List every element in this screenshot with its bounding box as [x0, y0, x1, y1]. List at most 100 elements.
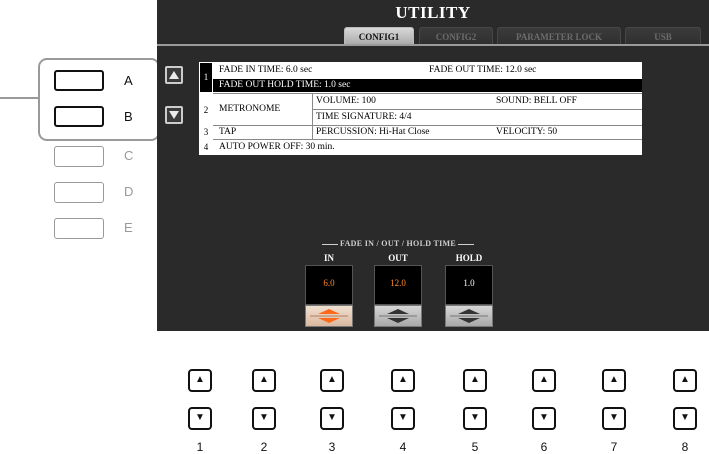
button-number-label: 4	[399, 440, 407, 454]
fade-in-time: FADE IN TIME: 6.0 sec	[219, 65, 313, 75]
triangle-down-icon: ▼	[470, 412, 480, 423]
title-rule-right	[458, 243, 475, 245]
metronome-volume[interactable]: VOLUME: 100	[316, 96, 376, 106]
triangle-down-icon: ▼	[398, 412, 408, 423]
tap-percussion[interactable]: PERCUSSION: Hi-Hat Close	[316, 127, 429, 137]
param-out-label: OUT	[388, 253, 408, 263]
side-button-c-label: C	[124, 148, 134, 163]
triangle-up-icon: ▲	[539, 374, 549, 385]
side-button-a[interactable]	[54, 70, 104, 91]
param-out-value: 12.0	[390, 278, 406, 288]
button-8-down[interactable]: ▼	[673, 407, 697, 430]
triangle-down-icon: ▼	[680, 412, 690, 423]
param-in-value: 6.0	[323, 278, 335, 288]
metronome-sound[interactable]: SOUND: BELL OFF	[496, 96, 577, 106]
row-number-2: 2	[203, 105, 209, 115]
button-5-down[interactable]: ▼	[463, 407, 487, 430]
button-number-label: 6	[540, 440, 548, 454]
row-divider	[213, 139, 642, 140]
col-divider	[312, 125, 313, 139]
param-in-label: IN	[323, 253, 334, 263]
button-1-up[interactable]: ▲	[188, 369, 212, 392]
button-4-down[interactable]: ▼	[391, 407, 415, 430]
button-4-up[interactable]: ▲	[391, 369, 415, 392]
param-hold-spinner[interactable]	[445, 305, 493, 327]
button-1-down[interactable]: ▼	[188, 407, 212, 430]
button-2-up[interactable]: ▲	[252, 369, 276, 392]
tab-underline	[157, 44, 709, 46]
side-button-e[interactable]	[54, 218, 104, 239]
side-button-b-label: B	[124, 109, 133, 124]
tap-velocity[interactable]: VELOCITY: 50	[496, 127, 557, 137]
lcd-screen: UTILITY CONFIG1 CONFIG2 PARAMETER LOCK U…	[157, 0, 709, 331]
side-button-b[interactable]	[54, 106, 104, 127]
triangle-up-icon: ▲	[327, 374, 337, 385]
side-button-c[interactable]	[54, 146, 104, 167]
metronome-label: METRONOME	[219, 104, 281, 114]
tab-config2[interactable]: CONFIG2	[419, 27, 493, 45]
triangle-up-icon	[169, 71, 179, 79]
side-button-a-label: A	[124, 73, 133, 88]
params-title: FADE IN / OUT / HOLD TIME	[298, 239, 498, 248]
triangle-down-icon: ▼	[195, 412, 205, 423]
param-in-spinner[interactable]	[305, 305, 353, 327]
metronome-time-signature[interactable]: TIME SIGNATURE: 4/4	[316, 112, 412, 122]
tab-usb[interactable]: USB	[625, 27, 701, 45]
fade-out-hold-time: FADE OUT HOLD TIME: 1.0 sec	[219, 80, 351, 90]
tab-config1[interactable]: CONFIG1	[344, 27, 414, 45]
param-out-spinner[interactable]	[374, 305, 422, 327]
side-button-d-label: D	[124, 184, 134, 199]
fade-out-time: FADE OUT TIME: 12.0 sec	[429, 65, 537, 75]
button-7-down[interactable]: ▼	[602, 407, 626, 430]
cursor-down-button[interactable]	[165, 106, 183, 124]
row-divider	[312, 109, 642, 110]
tab-parameter-lock[interactable]: PARAMETER LOCK	[497, 27, 621, 45]
triangle-up-icon: ▲	[398, 374, 408, 385]
settings-list: FADE IN TIME: 6.0 sec FADE OUT TIME: 12.…	[213, 62, 642, 155]
button-number-label: 7	[610, 440, 618, 454]
button-3-up[interactable]: ▲	[320, 369, 344, 392]
callout-leader-line	[0, 97, 38, 99]
triangle-up-icon: ▲	[259, 374, 269, 385]
title-rule-left	[321, 243, 338, 245]
triangle-down-icon: ▼	[327, 412, 337, 423]
button-5-up[interactable]: ▲	[463, 369, 487, 392]
param-hold-label: HOLD	[455, 253, 483, 263]
row-number-3: 3	[203, 127, 209, 137]
button-number-label: 5	[471, 440, 479, 454]
button-number-label: 1	[196, 440, 204, 454]
tap-label: TAP	[219, 127, 237, 137]
param-hold-value: 1.0	[463, 278, 475, 288]
row-number-4: 4	[203, 142, 209, 152]
triangle-down-icon: ▼	[539, 412, 549, 423]
side-button-e-label: E	[124, 220, 133, 235]
triangle-up-icon: ▲	[195, 374, 205, 385]
side-button-d[interactable]	[54, 182, 104, 203]
button-8-up[interactable]: ▲	[673, 369, 697, 392]
triangle-down-icon: ▼	[609, 412, 619, 423]
row-1-selected[interactable]: FADE OUT HOLD TIME: 1.0 sec	[213, 79, 642, 92]
params-title-text: FADE IN / OUT / HOLD TIME	[340, 239, 456, 248]
cursor-up-button[interactable]	[165, 66, 183, 84]
screen-title: UTILITY	[395, 3, 471, 22]
button-6-down[interactable]: ▼	[532, 407, 556, 430]
row-divider	[213, 93, 642, 94]
button-number-label: 3	[328, 440, 336, 454]
triangle-up-icon: ▲	[609, 374, 619, 385]
triangle-down-icon: ▼	[259, 412, 269, 423]
triangle-up-icon: ▲	[470, 374, 480, 385]
triangle-up-icon: ▲	[680, 374, 690, 385]
row-divider	[213, 125, 642, 126]
triangle-down-icon	[169, 111, 179, 119]
spin-up-down-icon	[310, 309, 348, 323]
button-3-down[interactable]: ▼	[320, 407, 344, 430]
button-number-label: 2	[260, 440, 268, 454]
button-6-up[interactable]: ▲	[532, 369, 556, 392]
auto-power-off[interactable]: AUTO POWER OFF: 30 min.	[219, 142, 335, 152]
row-1-line-1[interactable]: FADE IN TIME: 6.0 sec FADE OUT TIME: 12.…	[213, 65, 642, 78]
button-number-label: 8	[681, 440, 689, 454]
button-7-up[interactable]: ▲	[602, 369, 626, 392]
spin-up-down-icon	[379, 309, 417, 323]
button-2-down[interactable]: ▼	[252, 407, 276, 430]
spin-up-down-icon	[450, 309, 488, 323]
